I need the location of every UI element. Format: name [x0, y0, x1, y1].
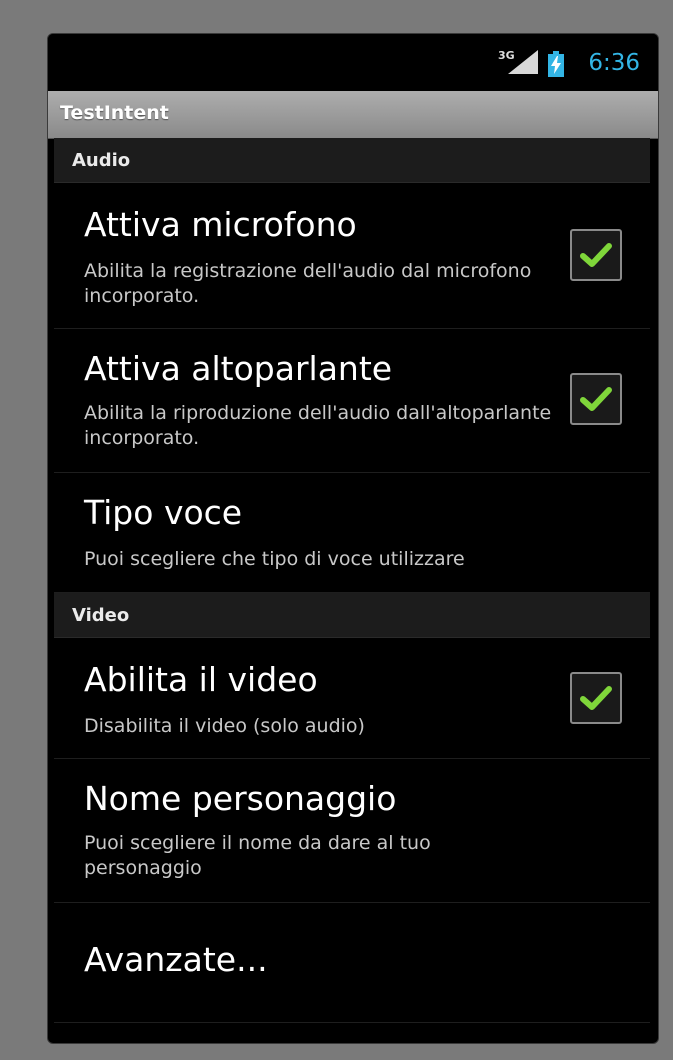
pref-summary: Abilita la riproduzione dell'audio dall'…: [84, 402, 552, 449]
phone-screen: 3G 6:36 TestIntent Audio Attiva microfon…: [47, 33, 659, 1044]
clock: 6:36: [588, 50, 640, 76]
battery-charging-icon: [548, 51, 564, 77]
pref-title: Nome personaggio: [84, 779, 397, 818]
pref-speaker[interactable]: Attiva altoparlante Abilita la riproduzi…: [54, 329, 650, 473]
category-header-audio: Audio: [54, 138, 650, 183]
pref-video[interactable]: Abilita il video Disabilita il video (so…: [54, 638, 650, 759]
video-checkbox[interactable]: [570, 672, 622, 724]
pref-advanced[interactable]: Avanzate...: [54, 903, 650, 1023]
pref-summary: Puoi scegliere il nome da dare al tuo pe…: [84, 832, 431, 879]
category-header-video: Video: [54, 593, 650, 638]
checkmark-icon: [580, 686, 612, 710]
category-label: Audio: [72, 150, 131, 171]
pref-title: Tipo voce: [84, 493, 243, 532]
pref-title: Avanzate...: [84, 940, 268, 979]
pref-title: Attiva altoparlante: [84, 349, 393, 388]
pref-character-name[interactable]: Nome personaggio Puoi scegliere il nome …: [54, 759, 650, 903]
pref-summary: Abilita la registrazione dell'audio dal …: [84, 260, 532, 307]
pref-title: Attiva microfono: [84, 205, 357, 244]
pref-microphone[interactable]: Attiva microfono Abilita la registrazion…: [54, 183, 650, 329]
microphone-checkbox[interactable]: [570, 229, 622, 281]
checkmark-icon: [580, 387, 612, 411]
pref-summary: Puoi scegliere che tipo di voce utilizza…: [84, 548, 465, 570]
signal-icon: [508, 50, 538, 74]
action-bar: TestIntent: [48, 91, 658, 139]
app-title: TestIntent: [60, 102, 169, 124]
pref-title: Abilita il video: [84, 660, 318, 699]
pref-voice-type[interactable]: Tipo voce Puoi scegliere che tipo di voc…: [54, 473, 650, 593]
speaker-checkbox[interactable]: [570, 373, 622, 425]
category-label: Video: [72, 605, 130, 626]
pref-summary: Disabilita il video (solo audio): [84, 715, 365, 737]
checkmark-icon: [580, 243, 612, 267]
status-bar: 3G 6:36: [48, 34, 658, 91]
